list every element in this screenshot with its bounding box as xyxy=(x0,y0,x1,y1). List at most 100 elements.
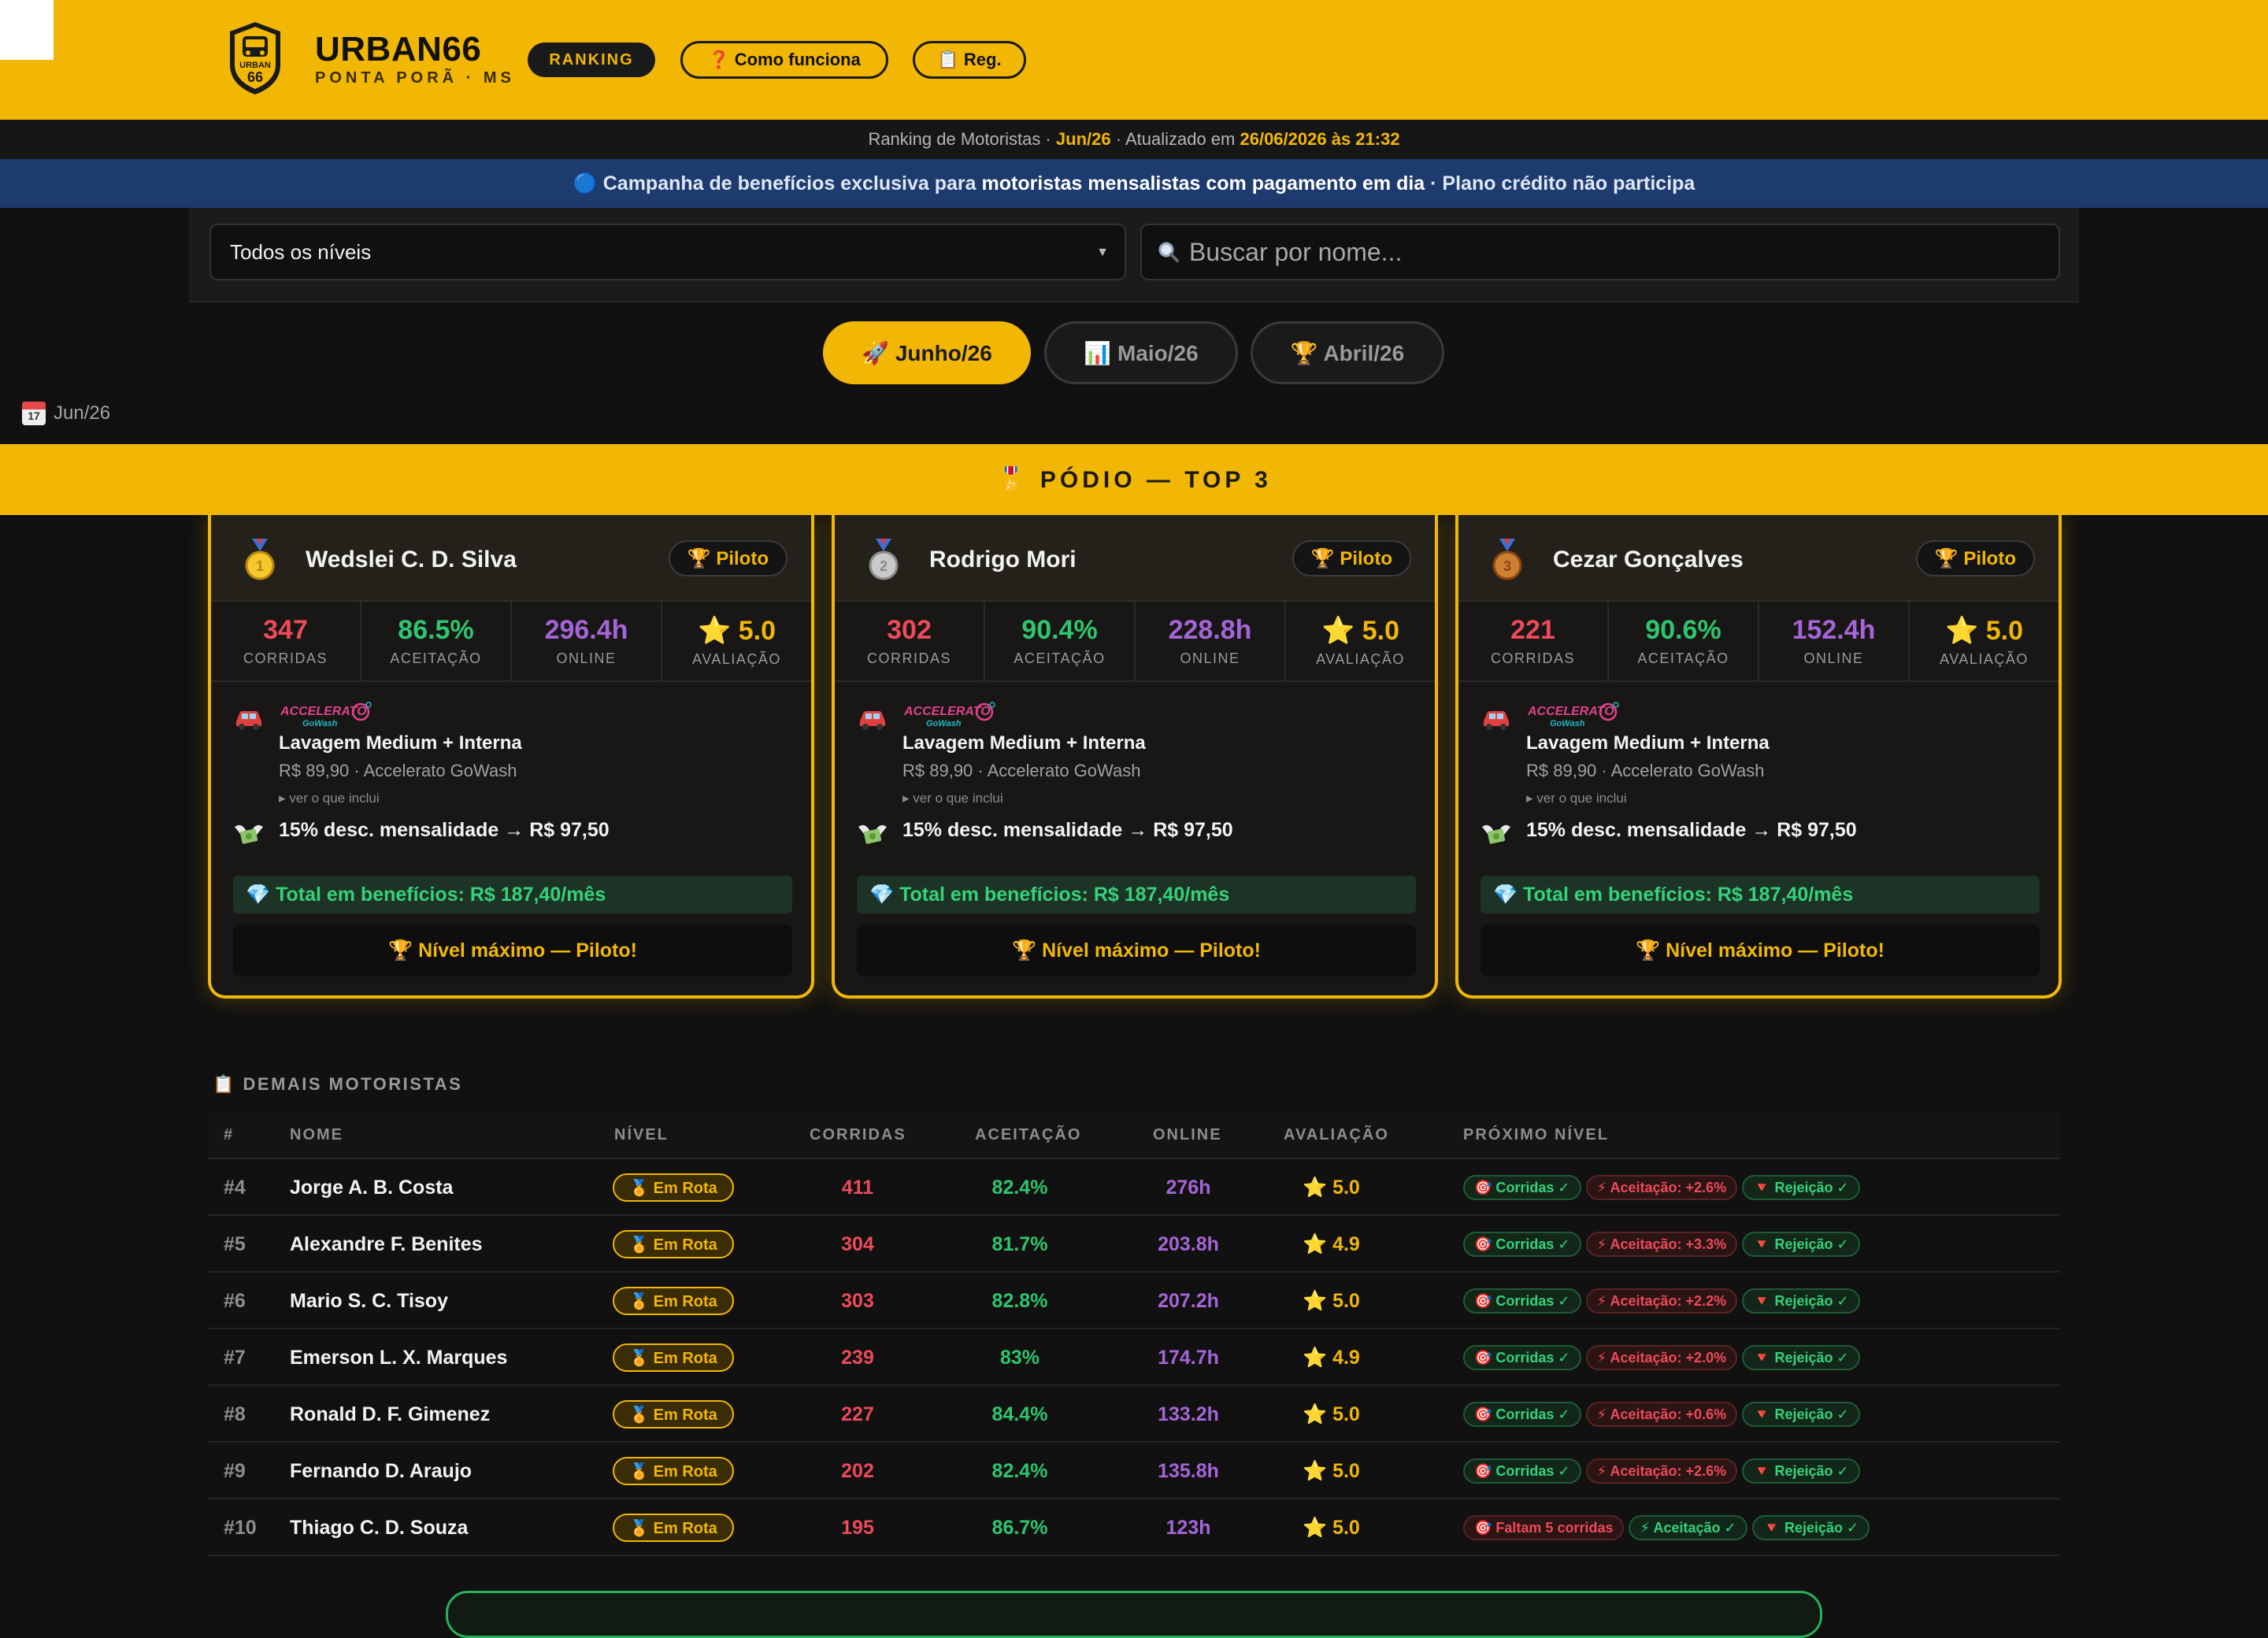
row-name[interactable]: Thiago C. D. Souza xyxy=(290,1517,468,1540)
row-corridas: 195 xyxy=(841,1517,874,1539)
row-name[interactable]: Ronald D. F. Gimenez xyxy=(290,1403,490,1426)
table-row[interactable]: #7 Emerson L. X. Marques 🏅 Em Rota 239 8… xyxy=(208,1329,2060,1386)
next-level-chips: 🎯 Corridas ✓ ⚡ Aceitação: +2.6% 🔻 Rejeição… xyxy=(1463,1458,1860,1484)
row-name[interactable]: Mario S. C. Tisoy xyxy=(290,1290,448,1313)
campaign-banner: 🔵 Campanha de benefícios exclusiva para … xyxy=(0,159,2268,208)
level-select[interactable]: Todos os níveis ▼ xyxy=(209,224,1126,280)
col-next-level: PRÓXIMO NÍVEL xyxy=(1463,1126,1609,1143)
search-field[interactable] xyxy=(1140,224,2060,280)
bottom-panel xyxy=(446,1591,1822,1638)
stat-aceitacao: 90.4% ACEITAÇÃO xyxy=(985,602,1136,680)
table-row[interactable]: #4 Jorge A. B. Costa 🏅 Em Rota 411 82.4%… xyxy=(208,1159,2060,1216)
col-aceitacao[interactable]: ACEITAÇÃO xyxy=(975,1126,1081,1144)
next-level-chip: 🔻 Rejeição ✓ xyxy=(1742,1402,1860,1427)
calendar-icon: 17 xyxy=(22,402,46,425)
card-header: 2 Rodrigo Mori 🏆 Piloto xyxy=(835,515,1435,602)
table-row[interactable]: #6 Mario S. C. Tisoy 🏅 Em Rota 303 82.8%… xyxy=(208,1273,2060,1329)
row-online: 276h xyxy=(1166,1177,1211,1199)
next-level-chips: 🎯 Corridas ✓ ⚡ Aceitação: +3.3% 🔻 Rejeição… xyxy=(1463,1232,1860,1257)
col-level[interactable]: NÍVEL xyxy=(614,1126,669,1144)
row-corridas: 202 xyxy=(841,1460,874,1482)
next-level-chip: 🔻 Rejeição ✓ xyxy=(1742,1288,1860,1314)
svg-text:66: 66 xyxy=(247,69,263,85)
rules-button[interactable]: 📋 Reg. xyxy=(913,41,1026,79)
level-badge: 🏅 Em Rota xyxy=(613,1230,734,1258)
col-name[interactable]: NOME xyxy=(290,1126,343,1144)
see-includes-link[interactable]: ▸ ver o que inclui xyxy=(279,791,380,806)
see-includes-link[interactable]: ▸ ver o que inclui xyxy=(902,791,1003,806)
col-avaliacao[interactable]: AVALIAÇÃO xyxy=(1284,1126,1389,1144)
svg-text:2: 2 xyxy=(880,558,888,574)
row-online: 135.8h xyxy=(1158,1460,1219,1482)
table-row[interactable]: #8 Ronald D. F. Gimenez 🏅 Em Rota 227 84… xyxy=(208,1386,2060,1443)
col-corridas[interactable]: CORRIDAS xyxy=(810,1126,906,1144)
ranking-button[interactable]: RANKING xyxy=(528,43,655,77)
table-row[interactable]: #9 Fernando D. Araujo 🏅 Em Rota 202 82.4… xyxy=(208,1443,2060,1499)
row-corridas: 227 xyxy=(841,1403,874,1425)
next-level-chip: ⚡ Aceitação: +2.2% xyxy=(1585,1288,1738,1314)
drivers-table: # NOME NÍVEL CORRIDAS ACEITAÇÃO ONLINE A… xyxy=(208,1110,2060,1556)
driver-name[interactable]: Cezar Gonçalves xyxy=(1553,547,1744,573)
row-rank: #10 xyxy=(224,1517,257,1539)
level-badge: 🏅 Em Rota xyxy=(613,1173,734,1202)
info-middle: · Atualizado em xyxy=(1115,129,1236,149)
next-level-chip: 🔻 Rejeição ✓ xyxy=(1742,1345,1860,1370)
table-row[interactable]: #5 Alexandre F. Benites 🏅 Em Rota 304 81… xyxy=(208,1216,2060,1273)
row-aceitacao: 82.4% xyxy=(991,1460,1048,1482)
search-input[interactable] xyxy=(1189,237,2059,267)
driver-name[interactable]: Rodrigo Mori xyxy=(929,547,1077,573)
next-level-chips: 🎯 Corridas ✓ ⚡ Aceitação: +2.2% 🔻 Rejeição… xyxy=(1463,1288,1860,1314)
filters-bar: Todos os níveis ▼ xyxy=(189,208,2079,302)
see-includes-link[interactable]: ▸ ver o que inclui xyxy=(1526,791,1627,806)
row-rank: #7 xyxy=(224,1347,246,1369)
next-level-chip: ⚡ Aceitação: +3.3% xyxy=(1585,1232,1738,1257)
discount-text: 15% desc. mensalidade → R$ 97,50 xyxy=(902,819,1233,841)
svg-text:GoWash: GoWash xyxy=(926,719,962,728)
podium-card[interactable]: 2 Rodrigo Mori 🏆 Piloto 302 CORRIDAS 90.4… xyxy=(832,515,1438,999)
next-level-chips: 🎯 Corridas ✓ ⚡ Aceitação: +2.0% 🔻 Rejeição… xyxy=(1463,1345,1860,1370)
tab-maio[interactable]: 📊 Maio/26 xyxy=(1044,321,1238,384)
how-it-works-button[interactable]: ❓ Como funciona xyxy=(680,41,888,79)
total-benefits: 💎 Total em benefícios: R$ 187,40/mês xyxy=(1480,876,2040,914)
row-aceitacao: 82.8% xyxy=(991,1290,1048,1312)
benefit-price: R$ 89,90 · Accelerato GoWash xyxy=(902,761,1141,780)
info-updated: 26/06/2026 às 21:32 xyxy=(1240,129,1400,149)
tab-junho[interactable]: 🚀 Junho/26 xyxy=(823,321,1031,384)
table-row[interactable]: #10 Thiago C. D. Souza 🏅 Em Rota 195 86.… xyxy=(208,1499,2060,1556)
podium-card[interactable]: 3 Cezar Gonçalves 🏆 Piloto 221 CORRIDAS 9… xyxy=(1455,515,2062,999)
brand-name[interactable]: URBAN66 xyxy=(315,30,481,69)
row-aceitacao: 86.7% xyxy=(991,1517,1048,1539)
next-level-chip: ⚡ Aceitação: +2.0% xyxy=(1585,1345,1738,1370)
row-online: 203.8h xyxy=(1158,1233,1219,1255)
row-name[interactable]: Jorge A. B. Costa xyxy=(290,1177,453,1199)
stat-avaliacao: ⭐ 5.0 AVALIAÇÃO xyxy=(1940,615,2029,667)
campaign-text-c: · Plano crédito não participa xyxy=(1430,172,1695,195)
gowash-logo: ACCELERATO GoWash xyxy=(280,702,372,728)
next-level-chip: ⚡ Aceitação ✓ xyxy=(1629,1515,1747,1540)
section-title-others: 📋 DEMAIS MOTORISTAS xyxy=(213,1074,463,1094)
next-level-chip: 🎯 Corridas ✓ xyxy=(1463,1402,1581,1427)
driver-name[interactable]: Wedslei C. D. Silva xyxy=(306,547,517,573)
stat-aceitacao: 86.5% ACEITAÇÃO xyxy=(361,602,512,680)
row-corridas: 411 xyxy=(841,1177,874,1199)
stats-row: 221 CORRIDAS 90.6% ACEITAÇÃO 152.4h ONLINE … xyxy=(1458,602,2059,682)
row-name[interactable]: Emerson L. X. Marques xyxy=(290,1347,507,1369)
benefit-price: R$ 89,90 · Accelerato GoWash xyxy=(1526,761,1765,780)
corner-block xyxy=(0,0,54,60)
next-level-chip: ⚡ Aceitação: +0.6% xyxy=(1585,1402,1738,1427)
row-avaliacao: ⭐ 5.0 xyxy=(1303,1517,1360,1539)
col-online[interactable]: ONLINE xyxy=(1153,1126,1222,1144)
row-rank: #5 xyxy=(224,1233,246,1255)
taxi-logo-icon[interactable]: URBAN 66 xyxy=(227,20,284,96)
level-badge: 🏆 Piloto xyxy=(668,540,788,576)
row-name[interactable]: Alexandre F. Benites xyxy=(290,1233,483,1256)
podium-card[interactable]: 1 Wedslei C. D. Silva 🏆 Piloto 347 CORRID… xyxy=(208,515,814,999)
gowash-logo: ACCELERATO GoWash xyxy=(903,702,995,728)
level-badge: 🏅 Em Rota xyxy=(613,1400,734,1429)
medal-icon: 1 xyxy=(245,539,275,580)
next-level-chips: 🎯 Corridas ✓ ⚡ Aceitação: +2.6% 🔻 Rejeição… xyxy=(1463,1175,1860,1200)
row-name[interactable]: Fernando D. Araujo xyxy=(290,1460,472,1483)
next-level-chip: 🎯 Corridas ✓ xyxy=(1463,1175,1581,1200)
tab-abril[interactable]: 🏆 Abril/26 xyxy=(1251,321,1444,384)
stat-corridas: 302 CORRIDAS xyxy=(835,602,985,680)
